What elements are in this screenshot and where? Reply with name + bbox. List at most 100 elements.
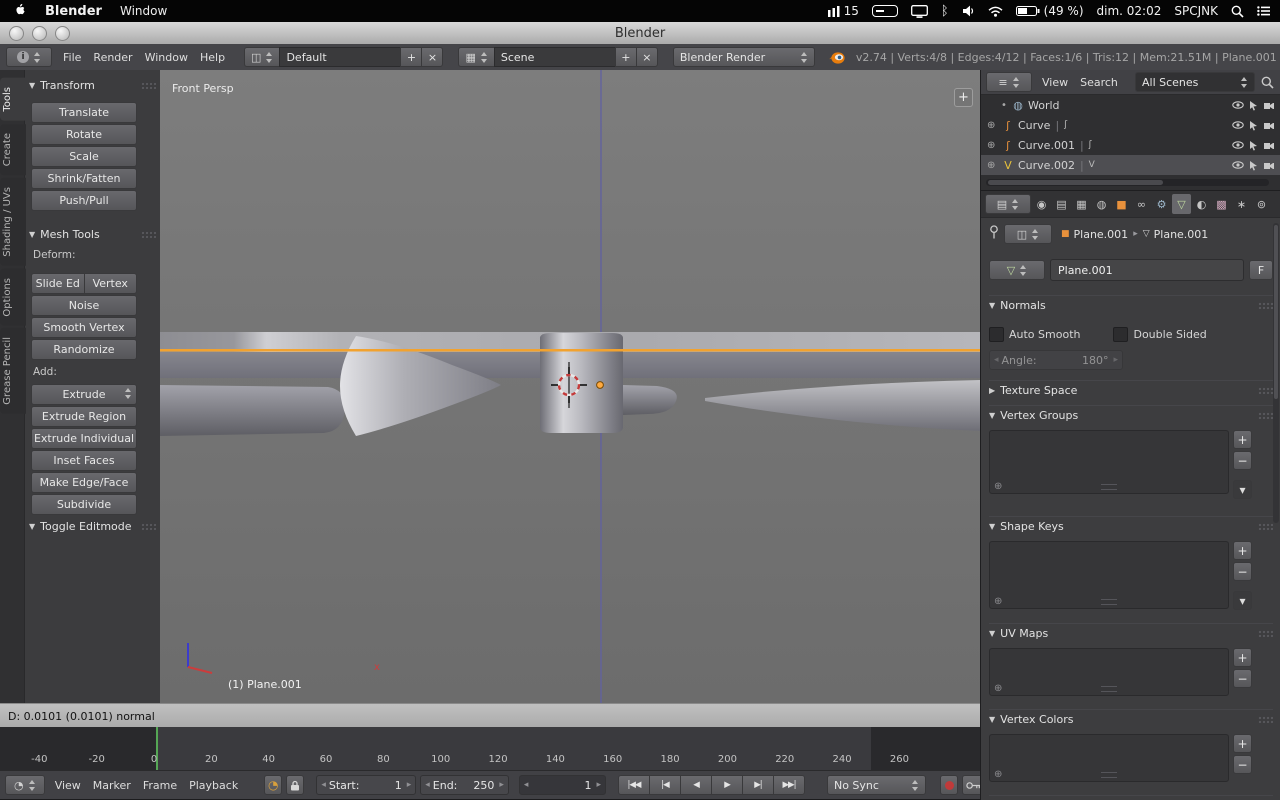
tool-shelf-tab-tools[interactable]: Tools (0, 78, 26, 121)
smooth-vertex-button[interactable]: Smooth Vertex (31, 317, 137, 338)
timeline-playback-menu[interactable]: Playback (183, 779, 244, 792)
vertex-button[interactable]: Vertex (84, 273, 138, 294)
inset-faces-button[interactable]: Inset Faces (31, 450, 137, 471)
decrement-icon[interactable]: ◂ (524, 780, 529, 790)
panel-drag-grip[interactable] (1258, 716, 1273, 723)
subdivide-button[interactable]: Subdivide (31, 494, 137, 515)
tab-physics[interactable]: ⊚ (1252, 194, 1271, 214)
properties-editor-type-button[interactable]: ▤ (985, 194, 1031, 214)
visibility-eye-icon[interactable] (1232, 159, 1244, 171)
decrement-icon[interactable]: ◂ (425, 780, 430, 790)
search-icon[interactable] (1261, 76, 1274, 89)
status-bars-icon[interactable]: 15 (828, 4, 859, 18)
list-filter-icon[interactable]: ⊕ (994, 596, 1002, 607)
viewport-3d[interactable]: Front Persp (1) Plane.001 x + (160, 70, 980, 703)
decrement-icon[interactable]: ◂ (321, 780, 326, 790)
display-icon[interactable] (911, 5, 928, 18)
tool-shelf-tab-options[interactable]: Options (0, 269, 26, 326)
extrude-method-select[interactable]: Extrude (31, 384, 137, 405)
pin-icon[interactable] (989, 225, 999, 243)
breadcrumb-item[interactable]: ■Plane.001 (1061, 228, 1128, 241)
make-edge-face-button[interactable]: Make Edge/Face (31, 472, 137, 493)
play-button[interactable]: ▶ (711, 775, 743, 795)
tab-material[interactable]: ◐ (1192, 194, 1211, 214)
outliner-view-menu[interactable]: View (1036, 76, 1074, 89)
translate-button[interactable]: Translate (31, 102, 137, 123)
panel-header-vertex-colors[interactable]: ▼Vertex Colors (989, 709, 1273, 728)
frame-start-field[interactable]: ◂Start:1▸ (316, 775, 416, 795)
file-menu[interactable]: File (57, 51, 87, 64)
delete-screen-layout-button[interactable]: × (421, 47, 443, 67)
renderability-camera-icon[interactable] (1263, 140, 1275, 151)
add-shape-keys-button[interactable]: + (1233, 541, 1252, 560)
tab-modifiers[interactable]: ⚙ (1152, 194, 1171, 214)
tab-texture[interactable]: ▩ (1212, 194, 1231, 214)
auto-smooth-checkbox[interactable] (989, 327, 1004, 342)
selectability-arrow-icon[interactable] (1248, 160, 1259, 171)
expand-properties-region-button[interactable]: + (954, 88, 973, 107)
increment-icon[interactable]: ▸ (596, 780, 601, 790)
next-keyframe-button[interactable]: ▶| (742, 775, 774, 795)
panel-header-vertex-groups[interactable]: ▼Vertex Groups (989, 405, 1273, 424)
breadcrumb-item[interactable]: ▽Plane.001 (1143, 228, 1209, 241)
tool-shelf-tab-shading-uvs[interactable]: Shading / UVs (0, 178, 26, 266)
bluetooth-icon[interactable]: ᛒ (941, 5, 949, 18)
menubar-window-menu[interactable]: Window (120, 4, 167, 18)
visibility-eye-icon[interactable] (1232, 139, 1244, 151)
rotate-button[interactable]: Rotate (31, 124, 137, 145)
expand-icon[interactable]: ⊕ (987, 140, 1001, 151)
panel-header-normals[interactable]: ▼Normals (989, 295, 1273, 314)
render-engine-select[interactable]: Blender Render (673, 47, 815, 67)
noise-button[interactable]: Noise (31, 295, 137, 316)
timeline-editor-type-button[interactable]: ◔ (5, 775, 45, 795)
fake-user-button[interactable]: F (1249, 260, 1273, 280)
tab-constraints[interactable]: ∞ (1132, 194, 1151, 214)
vertex-groups-list[interactable]: ⊕ (989, 430, 1229, 494)
selectability-arrow-icon[interactable] (1248, 140, 1259, 151)
panel-drag-grip[interactable] (1258, 523, 1273, 530)
remove-vertex-colors-button[interactable]: − (1233, 755, 1252, 774)
tool-shelf-tab-grease-pencil[interactable]: Grease Pencil (0, 328, 26, 414)
mesh-data-browse-button[interactable]: ▽ (989, 260, 1045, 280)
remove-shape-keys-button[interactable]: − (1233, 562, 1252, 581)
scrollbar-thumb[interactable] (1274, 225, 1278, 399)
double-sided-checkbox[interactable] (1113, 327, 1128, 342)
tab-world[interactable]: ◍ (1092, 194, 1111, 214)
renderability-camera-icon[interactable] (1263, 160, 1275, 171)
jump-to-start-button[interactable]: |◀◀ (618, 775, 650, 795)
tab-particles[interactable]: ∗ (1232, 194, 1251, 214)
visibility-eye-icon[interactable] (1232, 99, 1244, 111)
outliner-editor-type-button[interactable]: ≡ (986, 72, 1032, 92)
add-vertex-groups-button[interactable]: + (1233, 430, 1252, 449)
scale-button[interactable]: Scale (31, 146, 137, 167)
tab-render-layers[interactable]: ▤ (1052, 194, 1071, 214)
list-filter-icon[interactable]: ⊕ (994, 769, 1002, 780)
menubar-app-name[interactable]: Blender (45, 4, 102, 19)
panel-drag-grip[interactable] (141, 82, 156, 89)
timeline-frame-menu[interactable]: Frame (137, 779, 183, 792)
list-resize-grip[interactable] (1101, 599, 1117, 605)
timeline-view-menu[interactable]: View (49, 779, 87, 792)
panel-drag-grip[interactable] (1258, 302, 1273, 309)
delete-scene-button[interactable]: × (636, 47, 658, 67)
list-resize-grip[interactable] (1101, 772, 1117, 778)
expand-icon[interactable]: • (1001, 100, 1011, 111)
window-menu[interactable]: Window (139, 51, 194, 64)
increment-icon[interactable]: ▸ (499, 780, 504, 790)
sync-mode-select[interactable]: No Sync (827, 775, 926, 795)
outliner-horizontal-scrollbar[interactable] (986, 179, 1269, 186)
slide-ed-button[interactable]: Slide Ed (31, 273, 85, 294)
outliner-item-world[interactable]: •◍World (981, 95, 1280, 115)
apple-menu-icon[interactable] (14, 2, 27, 20)
decrement-icon[interactable]: ◂ (994, 355, 999, 365)
outliner-display-mode-select[interactable]: All Scenes (1135, 72, 1255, 92)
spotlight-icon[interactable] (1231, 5, 1244, 18)
use-preview-range-button[interactable]: ◔ (264, 775, 282, 795)
current-frame-field[interactable]: ◂1▸ (519, 775, 606, 795)
battery-icon[interactable]: (49 %) (1016, 4, 1084, 18)
info-editor-type-button[interactable]: i (6, 47, 52, 67)
uv-maps-list[interactable]: ⊕ (989, 648, 1229, 696)
list-filter-icon[interactable]: ⊕ (994, 481, 1002, 492)
outliner-item-curve-001[interactable]: ⊕ʃCurve.001|ʃ (981, 135, 1280, 155)
scene-name-field[interactable]: Scene (494, 47, 616, 67)
